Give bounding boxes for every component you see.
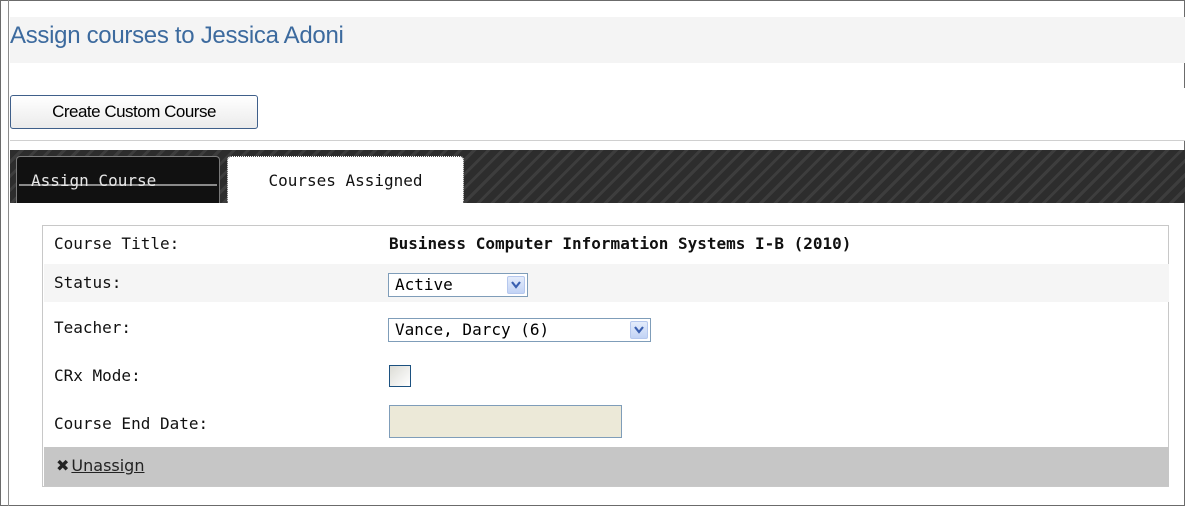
teacher-select[interactable]: Vance, Darcy (6) <box>388 318 651 342</box>
course-title-label: Course Title: <box>54 234 180 253</box>
page-title: Assign courses to Jessica Adoni <box>10 22 344 49</box>
course-end-date-label: Course End Date: <box>54 414 209 433</box>
crx-mode-checkbox[interactable] <box>389 365 411 387</box>
course-title-row: Course Title: Business Computer Informat… <box>44 226 1169 264</box>
tab-courses-assigned[interactable]: Courses Assigned <box>227 156 464 203</box>
chevron-down-icon <box>630 321 648 339</box>
unassign-label: Unassign <box>71 456 145 475</box>
course-details-panel: Course Title: Business Computer Informat… <box>42 225 1169 487</box>
status-select[interactable]: Active <box>388 273 528 297</box>
tab-label: Assign Course <box>31 171 157 190</box>
status-label: Status: <box>54 273 122 292</box>
tab-assign-course[interactable]: Assign Course <box>16 156 220 203</box>
course-end-date-input[interactable] <box>389 405 622 438</box>
crx-mode-row: CRx Mode: <box>44 352 1169 400</box>
chevron-down-icon <box>507 276 525 294</box>
crx-mode-label: CRx Mode: <box>54 366 141 385</box>
course-title-value: Business Computer Information Systems I-… <box>389 234 852 253</box>
close-x-icon: ✖ <box>56 456 70 475</box>
teacher-label: Teacher: <box>54 318 132 337</box>
teacher-selected-value: Vance, Darcy (6) <box>395 320 550 339</box>
create-custom-course-button[interactable]: Create Custom Course <box>10 95 258 129</box>
teacher-row: Teacher: Vance, Darcy (6) <box>44 302 1169 352</box>
status-selected-value: Active <box>395 275 453 294</box>
panel-footer: ✖ Unassign <box>44 447 1169 486</box>
course-end-date-row: Course End Date: <box>44 400 1169 446</box>
tab-label: Courses Assigned <box>268 171 423 190</box>
left-border <box>8 0 9 506</box>
status-row: Status: Active <box>44 264 1169 302</box>
unassign-link[interactable]: ✖ Unassign <box>56 456 144 475</box>
